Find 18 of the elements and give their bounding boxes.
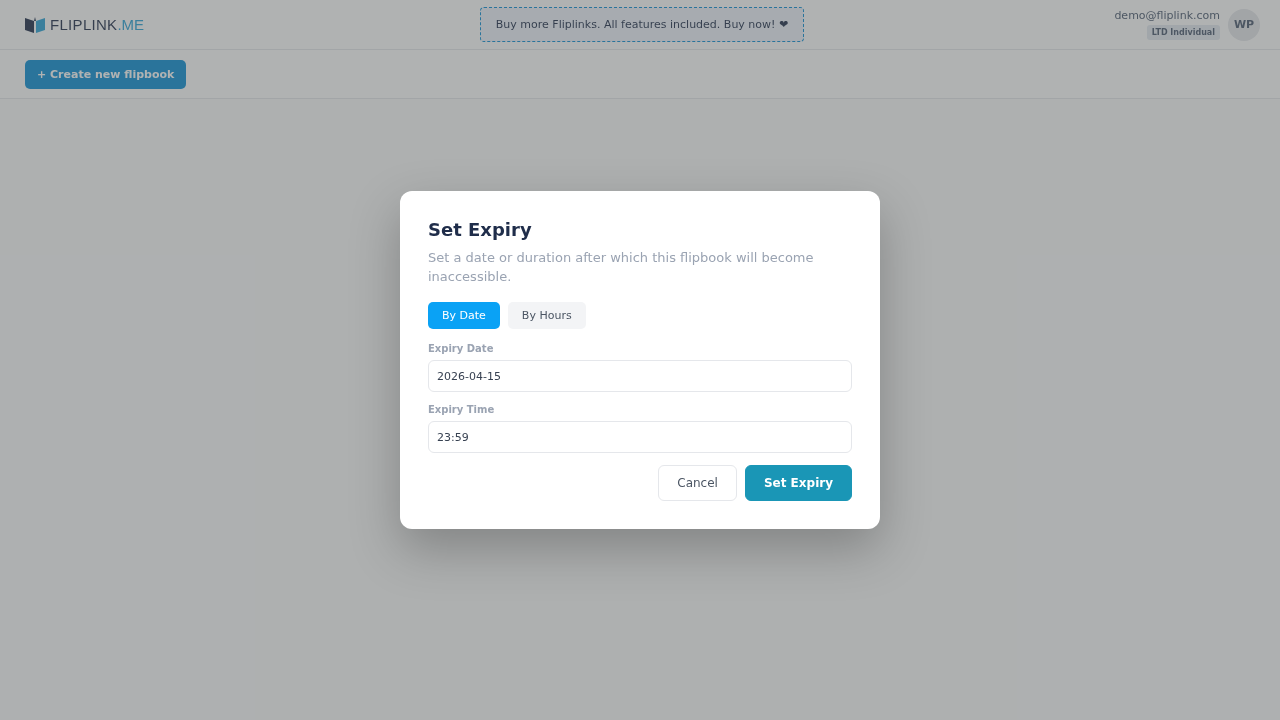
- open-book-icon: [24, 15, 46, 34]
- mode-tab[interactable]: By Hours: [507, 302, 586, 329]
- input-field[interactable]: 23:59: [428, 421, 852, 453]
- input-field[interactable]: 2026-04-15: [428, 360, 852, 392]
- logo-suffix: .ME: [117, 16, 145, 33]
- confirm-button[interactable]: Set Expiry: [744, 465, 852, 501]
- dialog-title: Set Expiry: [428, 219, 533, 240]
- field-label: Expiry Date: [428, 343, 495, 354]
- create-flipbook-button[interactable]: + Create new flipbook: [25, 59, 187, 89]
- field-label: Expiry Time: [428, 404, 496, 415]
- user-avatar[interactable]: WP: [1228, 8, 1260, 41]
- mode-tab[interactable]: By Date: [428, 302, 500, 329]
- dialog-description: Set a date or duration after which this flipbook will become inaccessible.: [428, 249, 815, 286]
- user-email: demo@fliplink.com: [1114, 9, 1220, 22]
- logo-text: FLIPLINK: [50, 16, 118, 33]
- cancel-button[interactable]: Cancel: [658, 465, 737, 501]
- promo-banner-link[interactable]: Buy more Fliplinks. All features included. Buy now! ❤: [479, 7, 805, 42]
- plan-badge: LTD Individual: [1146, 25, 1220, 40]
